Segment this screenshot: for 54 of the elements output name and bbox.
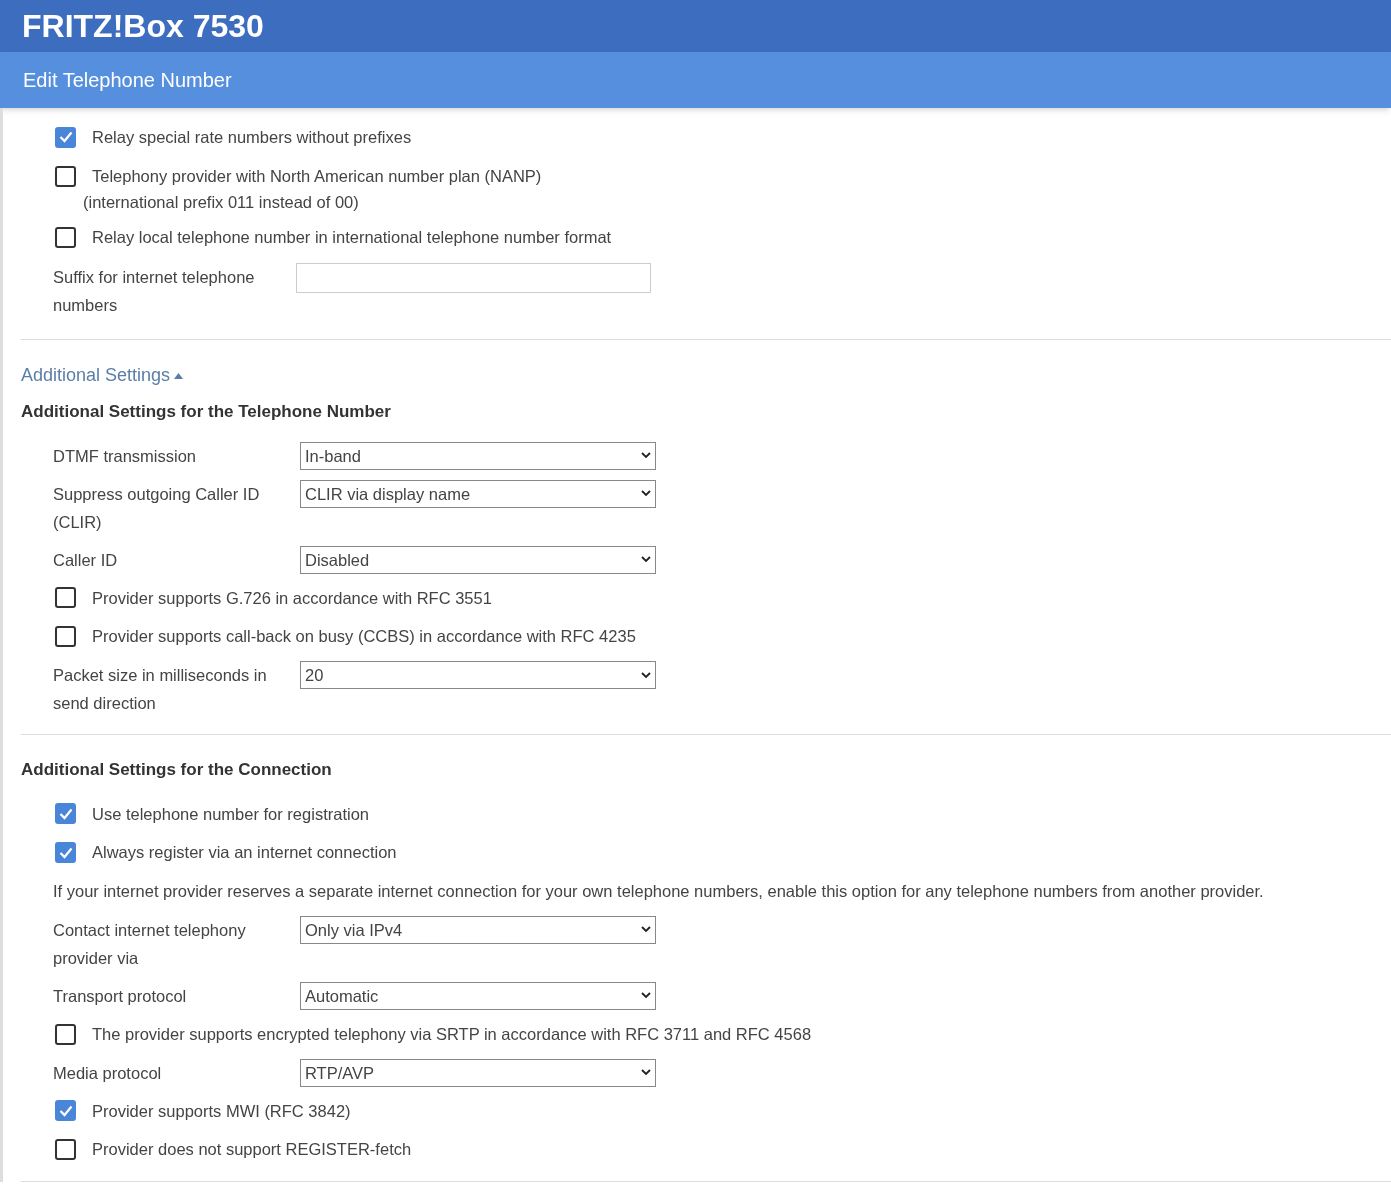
note-text: (international prefix 011 instead of 00) — [83, 192, 359, 211]
app-title: FRITZ!Box 7530 — [22, 7, 264, 46]
chevron-down-icon — [641, 490, 651, 497]
checkbox[interactable] — [55, 126, 76, 148]
field-label: Media protocol — [53, 1062, 163, 1084]
checkbox[interactable] — [55, 803, 76, 825]
dropdown[interactable]: RTP/AVP — [300, 1058, 656, 1087]
checkbox-label: Provider supports MWI (RFC 3842) — [92, 1100, 351, 1122]
field-label: DTMF transmission — [53, 445, 197, 467]
checkmark-icon — [58, 807, 73, 820]
checkbox[interactable] — [55, 587, 76, 609]
checkbox[interactable] — [55, 1139, 76, 1161]
chevron-down-icon — [641, 992, 651, 1000]
checkbox-label: Telephony provider with North American number plan (NANP) — [92, 165, 542, 187]
chevron-down-icon — [641, 556, 651, 563]
checkmark-icon — [58, 1104, 73, 1117]
checkmark-icon — [58, 131, 73, 144]
dropdown[interactable]: CLIR via display name — [300, 479, 656, 508]
chevron-down-icon — [641, 452, 651, 459]
checkbox-label: The provider supports encrypted telephony via SRTP in accordance with RFC 3711 and RFC 4568 — [92, 1023, 812, 1045]
checkbox[interactable] — [55, 1023, 76, 1045]
checkbox[interactable] — [55, 1100, 76, 1122]
field-label: Caller ID — [53, 549, 119, 571]
checkbox[interactable] — [55, 227, 76, 249]
field-label: Transport protocol — [53, 985, 188, 1007]
section-heading: Additional Settings for the Telephone Number — [21, 401, 392, 423]
page-title: Edit Telephone Number — [23, 68, 232, 93]
field-label: Suppress outgoing Caller ID (CLIR) — [53, 483, 261, 533]
section-heading: Additional Settings for the Connection — [21, 759, 333, 781]
info-text: If your internet provider reserves a separate internet connection for your own telephone numbers, enable this option for any telephone numbers from another provider. — [53, 881, 1265, 902]
field-label: Suffix for internet telephone numbers — [53, 267, 256, 316]
dropdown[interactable]: In-band — [300, 441, 656, 470]
checkbox[interactable] — [55, 626, 76, 648]
checkbox-label: Provider does not support REGISTER-fetch — [92, 1139, 412, 1161]
dropdown[interactable]: Disabled — [300, 545, 656, 574]
checkbox[interactable] — [55, 165, 76, 187]
field-label: Packet size in milliseconds in send direction — [53, 665, 268, 714]
checkbox-label: Relay special rate numbers without prefixes — [92, 127, 412, 148]
checkbox-label: Provider supports call-back on busy (CCBS) in accordance with RFC 4235 — [92, 626, 636, 648]
chevron-down-icon — [641, 926, 651, 934]
additional-settings-toggle[interactable]: Additional Settings — [21, 362, 184, 389]
checkmark-icon — [58, 846, 73, 859]
field-label: Contact internet telephony provider via — [53, 919, 247, 969]
checkbox-label: Always register via an internet connection — [92, 842, 397, 864]
chevron-down-icon — [641, 1069, 651, 1076]
dropdown[interactable]: Automatic — [300, 981, 656, 1010]
checkbox[interactable] — [55, 842, 76, 864]
chevron-down-icon — [641, 671, 651, 679]
dropdown[interactable]: Only via IPv4 — [300, 915, 656, 944]
checkbox-label: Relay local telephone number in international telephone number format — [92, 227, 612, 249]
input-field[interactable] — [296, 263, 651, 293]
checkbox-label: Use telephone number for registration — [92, 803, 369, 825]
dropdown[interactable]: 20 — [300, 661, 656, 689]
checkbox-label: Provider supports G.726 in accordance with RFC 3551 — [92, 587, 492, 609]
